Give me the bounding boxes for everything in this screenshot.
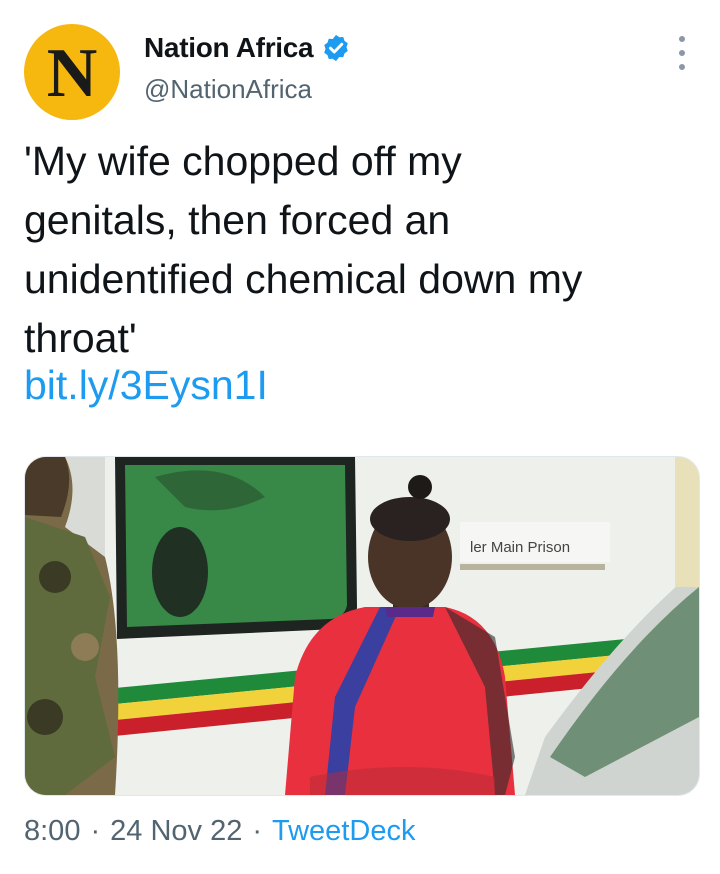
author-names: Nation Africa @NationAfrica xyxy=(144,30,351,105)
avatar[interactable]: N xyxy=(24,24,120,120)
tweet-link[interactable]: bit.ly/3Eysn1I xyxy=(24,360,268,410)
verified-badge-icon xyxy=(324,34,349,62)
display-name-row: Nation Africa xyxy=(144,30,351,66)
tweet-time[interactable]: 8:00 xyxy=(24,815,80,848)
tweet-source[interactable]: TweetDeck xyxy=(272,815,415,848)
prison-sign-text: ler Main Prison xyxy=(470,539,570,556)
tweet-image[interactable]: ler Main Prison xyxy=(24,456,700,796)
meta-separator: · xyxy=(90,815,101,847)
photo-illustration: ler Main Prison xyxy=(25,457,699,795)
avatar-letter: N xyxy=(46,35,98,112)
tweet-header: N Nation Africa @NationAfrica xyxy=(24,24,696,120)
tweet-text: 'My wife chopped off my genitals, then f… xyxy=(24,138,583,361)
tweet-date[interactable]: 24 Nov 22 xyxy=(110,815,242,848)
more-options-icon[interactable] xyxy=(678,36,686,70)
tweet-meta: 8:00 · 24 Nov 22 · TweetDeck xyxy=(24,815,415,848)
handle[interactable]: @NationAfrica xyxy=(144,74,351,105)
display-name[interactable]: Nation Africa xyxy=(144,32,314,64)
meta-separator: · xyxy=(252,815,262,847)
